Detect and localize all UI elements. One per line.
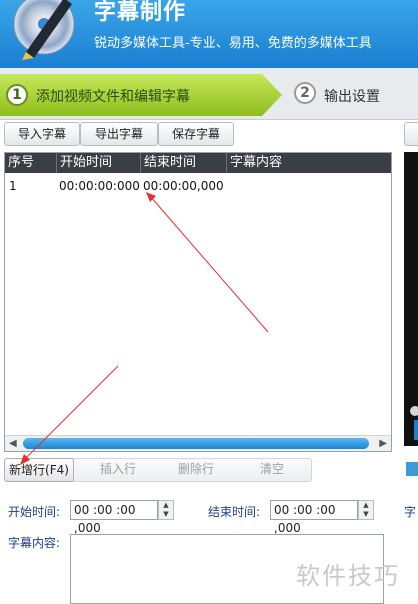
app-title: 字幕制作	[94, 0, 187, 25]
table-header: 序号 开始时间 结束时间 字幕内容	[5, 153, 391, 173]
subtitle-content-label: 字幕内容:	[8, 536, 61, 550]
column-header-index[interactable]: 序号	[5, 153, 57, 173]
delete-row-button[interactable]: 删除行	[164, 458, 228, 482]
start-time-input[interactable]: 00 :00 :00 ,000	[70, 500, 158, 535]
save-subtitle-button[interactable]: 保存字幕	[158, 122, 234, 146]
preview-toolbar-button[interactable]	[404, 122, 418, 146]
subtitle-table[interactable]: 序号 开始时间 结束时间 字幕内容 1 00:00:00:000 00:00:0…	[4, 152, 392, 452]
row-index-cell: 1	[9, 179, 17, 193]
insert-row-button[interactable]: 插入行	[86, 458, 150, 482]
start-time-label: 开始时间:	[8, 505, 61, 519]
step-1-label: 添加视频文件和编辑字幕	[36, 89, 190, 105]
step-1-tab[interactable]: 1 添加视频文件和编辑字幕	[0, 74, 282, 116]
column-header-end[interactable]: 结束时间	[141, 153, 227, 173]
scroll-right-icon[interactable]: ▶	[379, 438, 387, 449]
end-time-label: 结束时间:	[208, 505, 261, 519]
app-header: 字幕制作 锐动多媒体工具-专业、易用、免费的多媒体工具	[0, 0, 418, 68]
end-time-input[interactable]: 00 :00 :00 ,000	[270, 500, 358, 535]
import-subtitle-button[interactable]: 导入字幕	[4, 122, 80, 146]
video-preview-panel	[404, 152, 418, 446]
cd-pencil-logo-icon	[13, 0, 75, 60]
right-panel-label: 字	[404, 505, 417, 519]
row-start-cell: 00:00:00:000	[59, 179, 140, 193]
start-time-spinner[interactable]: ▲ ▼	[158, 500, 174, 520]
add-row-button[interactable]: 新增行(F4)	[4, 458, 74, 482]
preview-slider-knob[interactable]	[410, 406, 418, 416]
clear-button[interactable]: 清空	[240, 458, 304, 482]
export-subtitle-button[interactable]: 导出字幕	[80, 122, 158, 146]
column-header-start[interactable]: 开始时间	[57, 153, 141, 173]
step-2-number[interactable]: 2	[294, 82, 316, 104]
step-2-label[interactable]: 输出设置	[324, 86, 380, 106]
preview-control-button[interactable]	[406, 462, 418, 476]
column-header-content[interactable]: 字幕内容	[227, 153, 391, 173]
row-end-cell: 00:00:00,000	[143, 179, 224, 193]
watermark: 软件技巧	[296, 562, 400, 590]
app-subtitle: 锐动多媒体工具-专业、易用、免费的多媒体工具	[94, 36, 372, 51]
step-1-number: 1	[6, 84, 28, 106]
scrollbar-thumb[interactable]	[23, 438, 369, 449]
horizontal-scrollbar[interactable]: ◀ ▶	[5, 435, 391, 451]
end-time-spinner[interactable]: ▲ ▼	[358, 500, 374, 520]
scroll-left-icon[interactable]: ◀	[9, 438, 17, 449]
preview-progress-indicator	[414, 420, 418, 440]
